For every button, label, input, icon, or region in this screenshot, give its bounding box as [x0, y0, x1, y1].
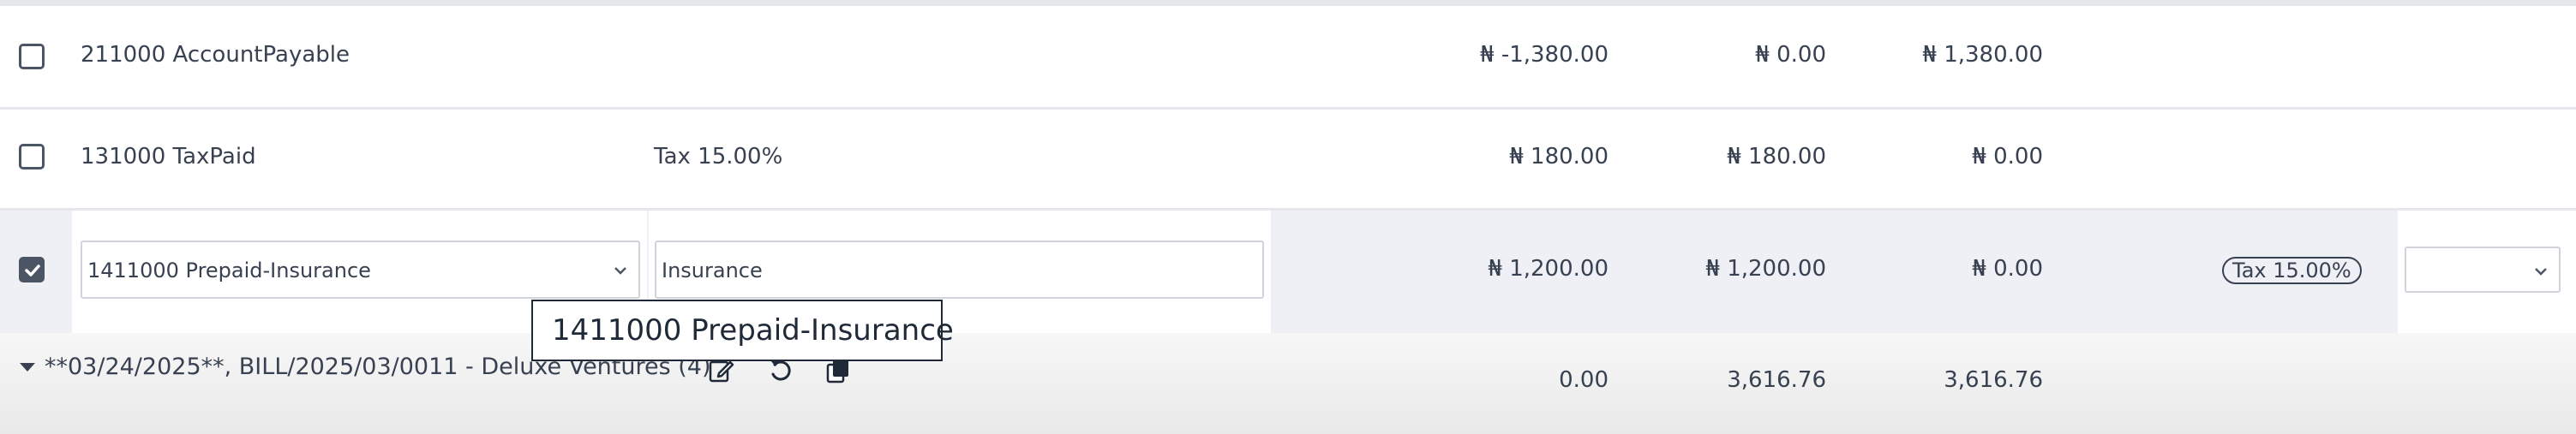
chevron-down-icon	[2535, 268, 2547, 276]
label-cell: Tax 15.00%	[654, 144, 783, 169]
balance-cell: ₦ 1,200.00	[1488, 256, 1609, 282]
row-checkbox-checked[interactable]	[19, 257, 45, 282]
debit-cell: ₦ 1,200.00	[1705, 256, 1826, 282]
row-checkbox[interactable]	[19, 144, 45, 169]
credit-cell: ₦ 1,380.00	[1922, 42, 2043, 68]
tax-tag[interactable]: Tax 15.00%	[2222, 257, 2362, 284]
credit-cell: ₦ 0.00	[1972, 144, 2043, 169]
debit-cell: ₦ 0.00	[1755, 42, 1826, 68]
column-divider	[70, 211, 72, 333]
account-select-value: 1411000 Prepaid-Insurance	[87, 259, 371, 282]
caret-down-icon[interactable]	[19, 361, 36, 373]
account-cell: 131000 TaxPaid	[81, 144, 256, 169]
row-checkbox[interactable]	[19, 44, 45, 69]
tax-select[interactable]	[2405, 247, 2561, 293]
table-row-selected[interactable]: 1411000 Prepaid-Insurance Insurance ₦ 1,…	[0, 211, 2576, 333]
top-divider	[0, 0, 2576, 6]
balance-cell: ₦ 180.00	[1509, 144, 1609, 169]
credit-cell: ₦ 0.00	[1972, 256, 2043, 282]
account-select[interactable]: 1411000 Prepaid-Insurance	[81, 241, 640, 299]
group-balance: 0.00	[1559, 367, 1609, 393]
label-input-value: Insurance	[662, 259, 763, 282]
group-credit: 3,616.76	[1944, 367, 2043, 393]
check-icon	[25, 265, 40, 276]
table-row[interactable]: 131000 TaxPaid Tax 15.00% ₦ 180.00 ₦ 180…	[0, 110, 2576, 211]
balance-cell: ₦ -1,380.00	[1480, 42, 1609, 68]
account-tooltip: 1411000 Prepaid-Insurance	[531, 300, 954, 361]
label-input[interactable]: Insurance	[655, 241, 1264, 299]
group-header-row[interactable]: **03/24/2025**, BILL/2025/03/0011 - Delu…	[0, 333, 2576, 434]
account-cell: 211000 AccountPayable	[81, 42, 350, 68]
table-row[interactable]: 211000 AccountPayable ₦ -1,380.00 ₦ 0.00…	[0, 6, 2576, 110]
group-debit: 3,616.76	[1727, 367, 1826, 393]
chevron-down-icon	[614, 267, 626, 275]
debit-cell: ₦ 180.00	[1727, 144, 1826, 169]
